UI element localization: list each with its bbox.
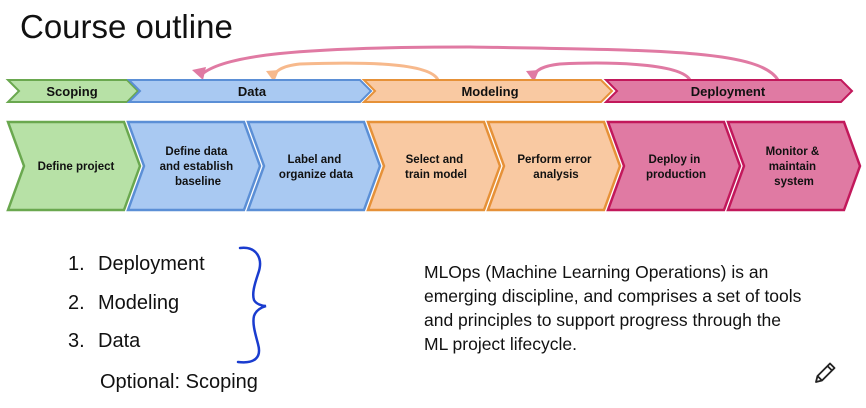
phase-deployment: Deployment xyxy=(603,79,854,103)
phase-label-data: Data xyxy=(238,84,267,99)
course-order-list: 1. Deployment 2. Modeling 3. Data xyxy=(68,251,205,367)
step-line: and establish xyxy=(160,161,234,173)
phase-label-deployment: Deployment xyxy=(691,84,766,99)
list-item: 2. Modeling xyxy=(68,290,205,329)
feedback-arrow-modeling-to-data xyxy=(270,61,440,81)
list-number: 2. xyxy=(68,291,85,314)
list-label: Modeling xyxy=(98,291,180,314)
step-line: production xyxy=(646,169,706,181)
step-monitor-maintain: Monitor & maintain system xyxy=(726,120,862,212)
step-line: Perform error xyxy=(517,154,592,166)
pencil-icon[interactable] xyxy=(812,360,838,386)
feedback-arrow-deployment-to-modeling xyxy=(530,61,692,81)
step-line: Monitor & xyxy=(766,146,820,158)
step-define-data: Define data and establish baseline xyxy=(126,120,262,212)
feedback-arrow-deployment-to-data xyxy=(198,45,780,81)
feedback-arrowhead-data xyxy=(192,67,206,80)
step-label-organize-data: Label and organize data xyxy=(246,120,382,212)
list-item: 3. Data xyxy=(68,328,205,367)
list-number: 3. xyxy=(68,330,85,352)
step-line: baseline xyxy=(175,176,221,188)
phase-data: Data xyxy=(126,79,373,103)
step-define-project: Define project xyxy=(6,120,142,212)
list-number: 1. xyxy=(68,253,85,275)
phase-modeling: Modeling xyxy=(361,79,614,103)
curly-brace-icon xyxy=(236,246,267,364)
step-line: organize data xyxy=(279,169,354,181)
step-line: Label and xyxy=(288,154,342,166)
step-label: Define project xyxy=(38,161,115,173)
step-line: analysis xyxy=(533,169,578,181)
step-line: train model xyxy=(405,169,467,181)
step-line: Define project xyxy=(38,161,115,173)
list-item: 1. Deployment xyxy=(68,251,205,290)
phase-label-scoping: Scoping xyxy=(46,84,97,99)
phase-scoping: Scoping xyxy=(5,79,140,103)
step-line: Select and xyxy=(406,154,464,166)
step-error-analysis: Perform error analysis xyxy=(486,120,622,212)
ml-lifecycle-diagram: Scoping Data Modeling Deployment Define … xyxy=(5,45,862,212)
list-label: Deployment xyxy=(98,253,205,275)
step-line: system xyxy=(774,176,814,188)
phase-label-modeling: Modeling xyxy=(461,84,518,99)
step-line: Define data xyxy=(165,146,228,158)
optional-note: Optional: Scoping xyxy=(100,371,258,393)
mlops-description: MLOps (Machine Learning Operations) is a… xyxy=(424,262,802,354)
step-line: maintain xyxy=(769,161,816,173)
list-label: Data xyxy=(98,330,141,352)
step-select-train-model: Select and train model xyxy=(366,120,502,212)
step-line: Deploy in xyxy=(649,154,701,166)
step-deploy-production: Deploy in production xyxy=(606,120,742,212)
